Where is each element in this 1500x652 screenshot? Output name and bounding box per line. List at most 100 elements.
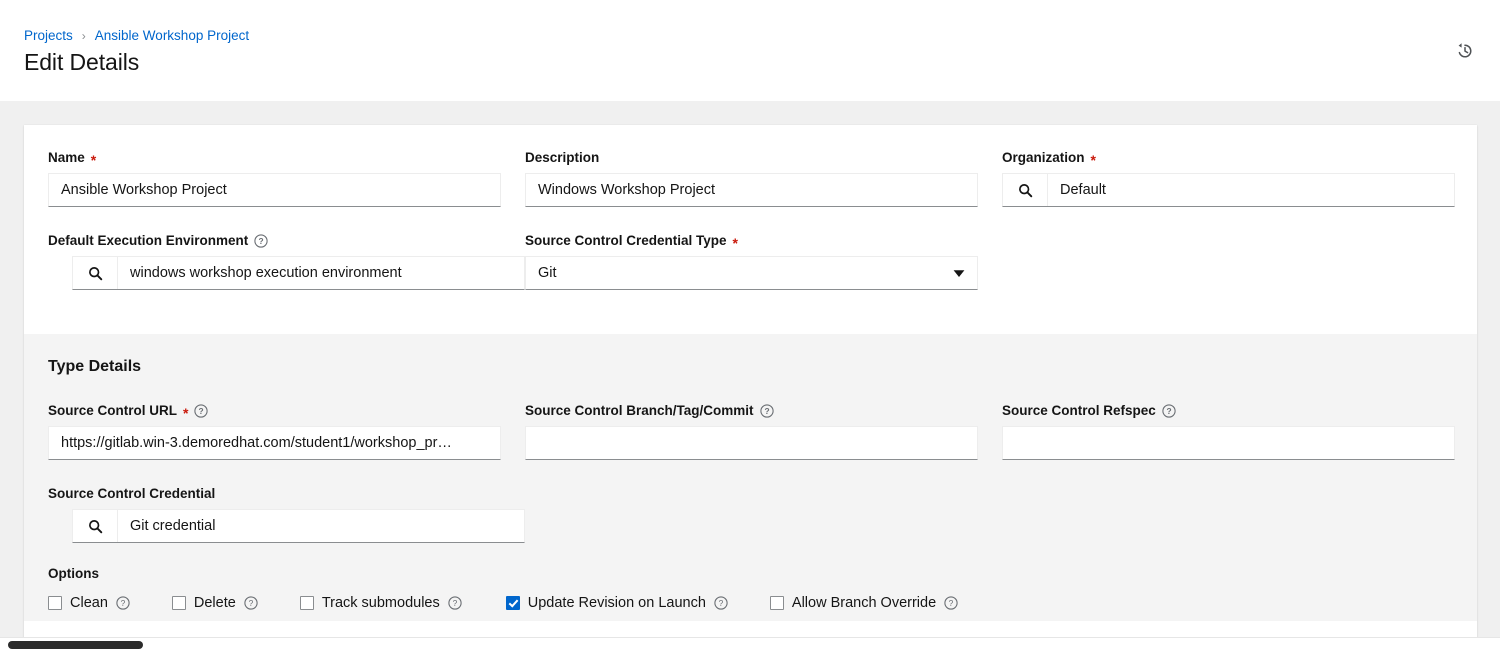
source-control-branch-input-value[interactable]: [526, 427, 977, 459]
field-default-execution-environment-label: Default Execution Environment ?: [48, 232, 501, 250]
horizontal-scrollbar-thumb[interactable]: [8, 641, 143, 649]
revision-history-icon: [1455, 41, 1475, 61]
source-control-credential-input-value[interactable]: Git credential: [118, 510, 524, 542]
svg-text:?: ?: [1166, 406, 1171, 416]
chevron-down-icon[interactable]: [941, 257, 977, 289]
field-default-execution-environment: Default Execution Environment ? windows …: [48, 232, 525, 290]
edit-details-card: Name * Ansible Workshop Project Descript…: [24, 125, 1477, 652]
svg-text:?: ?: [259, 236, 264, 246]
field-source-control-credential: Source Control Credential Git credential: [48, 485, 525, 543]
breadcrumb-item-projects[interactable]: Projects: [24, 27, 73, 45]
checkbox-clean-box[interactable]: [48, 596, 62, 610]
help-icon[interactable]: ?: [244, 596, 258, 610]
svg-text:?: ?: [949, 598, 954, 608]
checkbox-track-submodules[interactable]: Track submodules ?: [299, 595, 462, 611]
help-icon[interactable]: ?: [759, 404, 774, 418]
required-indicator: *: [732, 235, 738, 251]
required-indicator: *: [1090, 152, 1096, 168]
source-control-url-input[interactable]: https://gitlab.win-3.demoredhat.com/stud…: [48, 426, 501, 460]
help-icon[interactable]: ?: [1162, 404, 1176, 418]
breadcrumb: Projects › Ansible Workshop Project: [24, 27, 249, 45]
search-icon: [1018, 183, 1033, 198]
organization-lookup-button[interactable]: [1003, 174, 1048, 206]
details-section: Name * Ansible Workshop Project Descript…: [24, 125, 1477, 334]
search-icon: [88, 266, 103, 281]
field-organization: Organization * Default: [1002, 149, 1455, 207]
left-rail: [0, 101, 8, 652]
help-icon[interactable]: ?: [254, 234, 268, 248]
checkbox-allow-branch-override[interactable]: Allow Branch Override ?: [769, 595, 958, 611]
field-source-control-branch-label: Source Control Branch/Tag/Commit ?: [525, 402, 978, 420]
field-name: Name * Ansible Workshop Project: [48, 149, 501, 207]
help-icon[interactable]: ?: [714, 596, 728, 610]
field-source-control-credential-type-label-text: Source Control Credential Type: [525, 233, 727, 248]
field-placeholder-empty: [1002, 232, 1455, 290]
field-source-control-credential-type-label: Source Control Credential Type *: [525, 232, 978, 250]
svg-text:?: ?: [199, 406, 204, 416]
type-details-title: Type Details: [48, 358, 142, 375]
required-indicator: *: [183, 405, 189, 421]
type-details-grid-row-1: Source Control URL * ? https://gitlab.wi…: [48, 402, 1455, 460]
options-label: Options: [48, 566, 99, 581]
field-source-control-refspec: Source Control Refspec ?: [1002, 402, 1455, 460]
field-source-control-credential-label-text: Source Control Credential: [48, 486, 216, 501]
source-control-credential-input[interactable]: Git credential: [72, 509, 525, 543]
description-input-value[interactable]: Windows Workshop Project: [526, 174, 977, 206]
source-control-credential-lookup-button[interactable]: [73, 510, 118, 542]
field-organization-label-text: Organization: [1002, 150, 1085, 165]
page-title: Edit Details: [24, 49, 140, 75]
revision-history-button[interactable]: [1452, 38, 1478, 64]
svg-text:?: ?: [121, 598, 126, 608]
source-control-url-input-value[interactable]: https://gitlab.win-3.demoredhat.com/stud…: [49, 427, 500, 459]
field-description-label-text: Description: [525, 150, 600, 165]
checkbox-delete-label: Delete: [193, 595, 236, 611]
field-description-label: Description: [525, 149, 978, 167]
field-description: Description Windows Workshop Project: [525, 149, 978, 207]
source-control-refspec-input-value[interactable]: [1003, 427, 1454, 459]
field-source-control-refspec-label: Source Control Refspec ?: [1002, 402, 1455, 420]
organization-input[interactable]: Default: [1002, 173, 1455, 207]
checkbox-allow-branch-override-box[interactable]: [769, 596, 784, 610]
horizontal-scrollbar-track[interactable]: [0, 637, 1500, 652]
source-control-credential-type-select[interactable]: Git: [525, 256, 978, 290]
required-indicator: *: [90, 152, 97, 168]
field-default-execution-environment-label-text: Default Execution Environment: [48, 233, 249, 248]
description-input[interactable]: Windows Workshop Project: [525, 173, 978, 207]
field-source-control-credential-label: Source Control Credential: [48, 485, 501, 503]
help-icon[interactable]: ?: [448, 596, 462, 610]
help-icon[interactable]: ?: [194, 404, 209, 418]
execution-environment-lookup-button[interactable]: [73, 257, 118, 289]
checkbox-delete-box[interactable]: [171, 596, 186, 610]
default-execution-environment-input[interactable]: windows workshop execution environment: [72, 256, 525, 290]
checkbox-update-revision-on-launch[interactable]: Update Revision on Launch ?: [505, 595, 728, 611]
name-input-value[interactable]: Ansible Workshop Project: [49, 174, 500, 206]
svg-text:?: ?: [452, 598, 457, 608]
checkbox-clean-label: Clean: [70, 595, 108, 611]
field-source-control-branch: Source Control Branch/Tag/Commit ?: [525, 402, 978, 460]
field-name-label: Name *: [48, 149, 501, 167]
field-organization-label: Organization *: [1002, 149, 1455, 167]
help-icon[interactable]: ?: [116, 596, 130, 610]
search-icon: [88, 519, 103, 534]
svg-text:?: ?: [248, 598, 253, 608]
checkbox-track-submodules-box[interactable]: [299, 596, 314, 610]
type-details-section: Type Details Source Control URL * ? http…: [24, 334, 1477, 621]
field-source-control-url-label: Source Control URL * ?: [48, 402, 501, 420]
checkbox-update-revision-on-launch-box[interactable]: [505, 596, 520, 610]
name-input[interactable]: Ansible Workshop Project: [48, 173, 501, 207]
breadcrumb-item-ansible-workshop-project[interactable]: Ansible Workshop Project: [95, 27, 249, 45]
help-icon[interactable]: ?: [944, 596, 958, 610]
details-grid-row-1: Name * Ansible Workshop Project Descript…: [48, 149, 1455, 207]
field-name-label-text: Name: [48, 150, 85, 165]
row-spacer: [48, 207, 1453, 232]
source-control-refspec-input[interactable]: [1002, 426, 1455, 460]
default-execution-environment-input-value[interactable]: windows workshop execution environment: [118, 257, 524, 289]
field-source-control-credential-type: Source Control Credential Type * Git: [525, 232, 978, 290]
source-control-branch-input[interactable]: [525, 426, 978, 460]
source-control-credential-type-value[interactable]: Git: [526, 257, 941, 289]
checkbox-delete[interactable]: Delete ?: [171, 595, 258, 611]
organization-input-value[interactable]: Default: [1048, 174, 1454, 206]
svg-text:?: ?: [719, 598, 724, 608]
checkbox-allow-branch-override-label: Allow Branch Override: [791, 595, 937, 611]
checkbox-clean[interactable]: Clean ?: [48, 595, 130, 611]
